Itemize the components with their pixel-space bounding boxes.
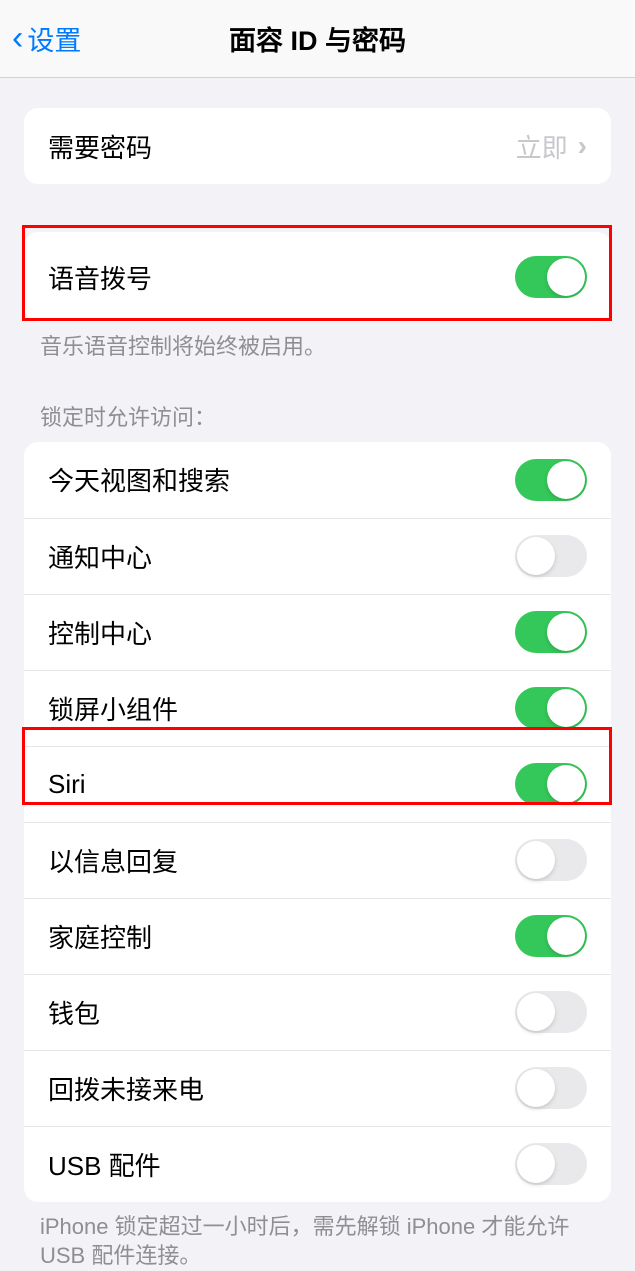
voice-dial-label: 语音拨号 <box>48 259 152 296</box>
lock-access-item-toggle[interactable] <box>515 839 587 881</box>
chevron-right-icon: › <box>578 130 587 162</box>
lock-access-row: 钱包 <box>24 974 611 1050</box>
page-title: 面容 ID 与密码 <box>229 19 406 58</box>
lock-access-item-toggle[interactable] <box>515 611 587 653</box>
lock-access-item-toggle[interactable] <box>515 763 587 805</box>
lock-access-item-label: Siri <box>48 769 86 800</box>
lock-access-header: 锁定时允许访问： <box>0 362 635 442</box>
lock-access-item-label: 今天视图和搜索 <box>48 461 230 498</box>
navigation-bar: ‹ 设置 面容 ID 与密码 <box>0 0 635 78</box>
lock-access-item-label: 控制中心 <box>48 614 152 651</box>
lock-access-row: 锁屏小组件 <box>24 670 611 746</box>
lock-access-row: 回拨未接来电 <box>24 1050 611 1126</box>
lock-access-row: USB 配件 <box>24 1126 611 1202</box>
lock-access-item-label: 家庭控制 <box>48 918 152 955</box>
lock-access-row: 控制中心 <box>24 594 611 670</box>
lock-access-item-toggle[interactable] <box>515 687 587 729</box>
lock-access-item-label: 锁屏小组件 <box>48 690 178 727</box>
lock-access-item-toggle[interactable] <box>515 1067 587 1109</box>
lock-access-row: 今天视图和搜索 <box>24 442 611 518</box>
require-passcode-row[interactable]: 需要密码 立即 › <box>24 108 611 184</box>
voice-dial-row: 语音拨号 <box>24 232 611 322</box>
back-button[interactable]: ‹ 设置 <box>0 19 81 58</box>
lock-access-item-label: 钱包 <box>48 994 100 1031</box>
require-passcode-section: 需要密码 立即 › <box>24 108 611 184</box>
voice-dial-toggle[interactable] <box>515 256 587 298</box>
back-label: 设置 <box>27 19 81 58</box>
lock-access-item-toggle[interactable] <box>515 459 587 501</box>
lock-access-row: 以信息回复 <box>24 822 611 898</box>
lock-access-section: 今天视图和搜索通知中心控制中心锁屏小组件 Siri 以信息回复家庭控制钱包回拨未接来… <box>24 442 611 1202</box>
lock-access-item-toggle[interactable] <box>515 991 587 1033</box>
lock-access-item-label: 通知中心 <box>48 538 152 575</box>
require-passcode-label: 需要密码 <box>48 128 152 165</box>
require-passcode-value: 立即 <box>516 128 568 165</box>
voice-dial-section: 语音拨号 <box>24 232 611 322</box>
lock-access-row: 家庭控制 <box>24 898 611 974</box>
lock-access-row: 通知中心 <box>24 518 611 594</box>
lock-access-row: Siri <box>24 746 611 822</box>
chevron-left-icon: ‹ <box>12 19 23 58</box>
voice-dial-footer: 音乐语音控制将始终被启用。 <box>0 322 635 362</box>
lock-access-item-label: USB 配件 <box>48 1146 161 1183</box>
lock-access-item-toggle[interactable] <box>515 535 587 577</box>
lock-access-item-label: 以信息回复 <box>48 842 178 879</box>
lock-access-item-toggle[interactable] <box>515 1143 587 1185</box>
lock-access-footer: iPhone 锁定超过一小时后，需先解锁 iPhone 才能允许 USB 配件连… <box>0 1202 635 1271</box>
lock-access-item-label: 回拨未接来电 <box>48 1070 204 1107</box>
lock-access-item-toggle[interactable] <box>515 915 587 957</box>
